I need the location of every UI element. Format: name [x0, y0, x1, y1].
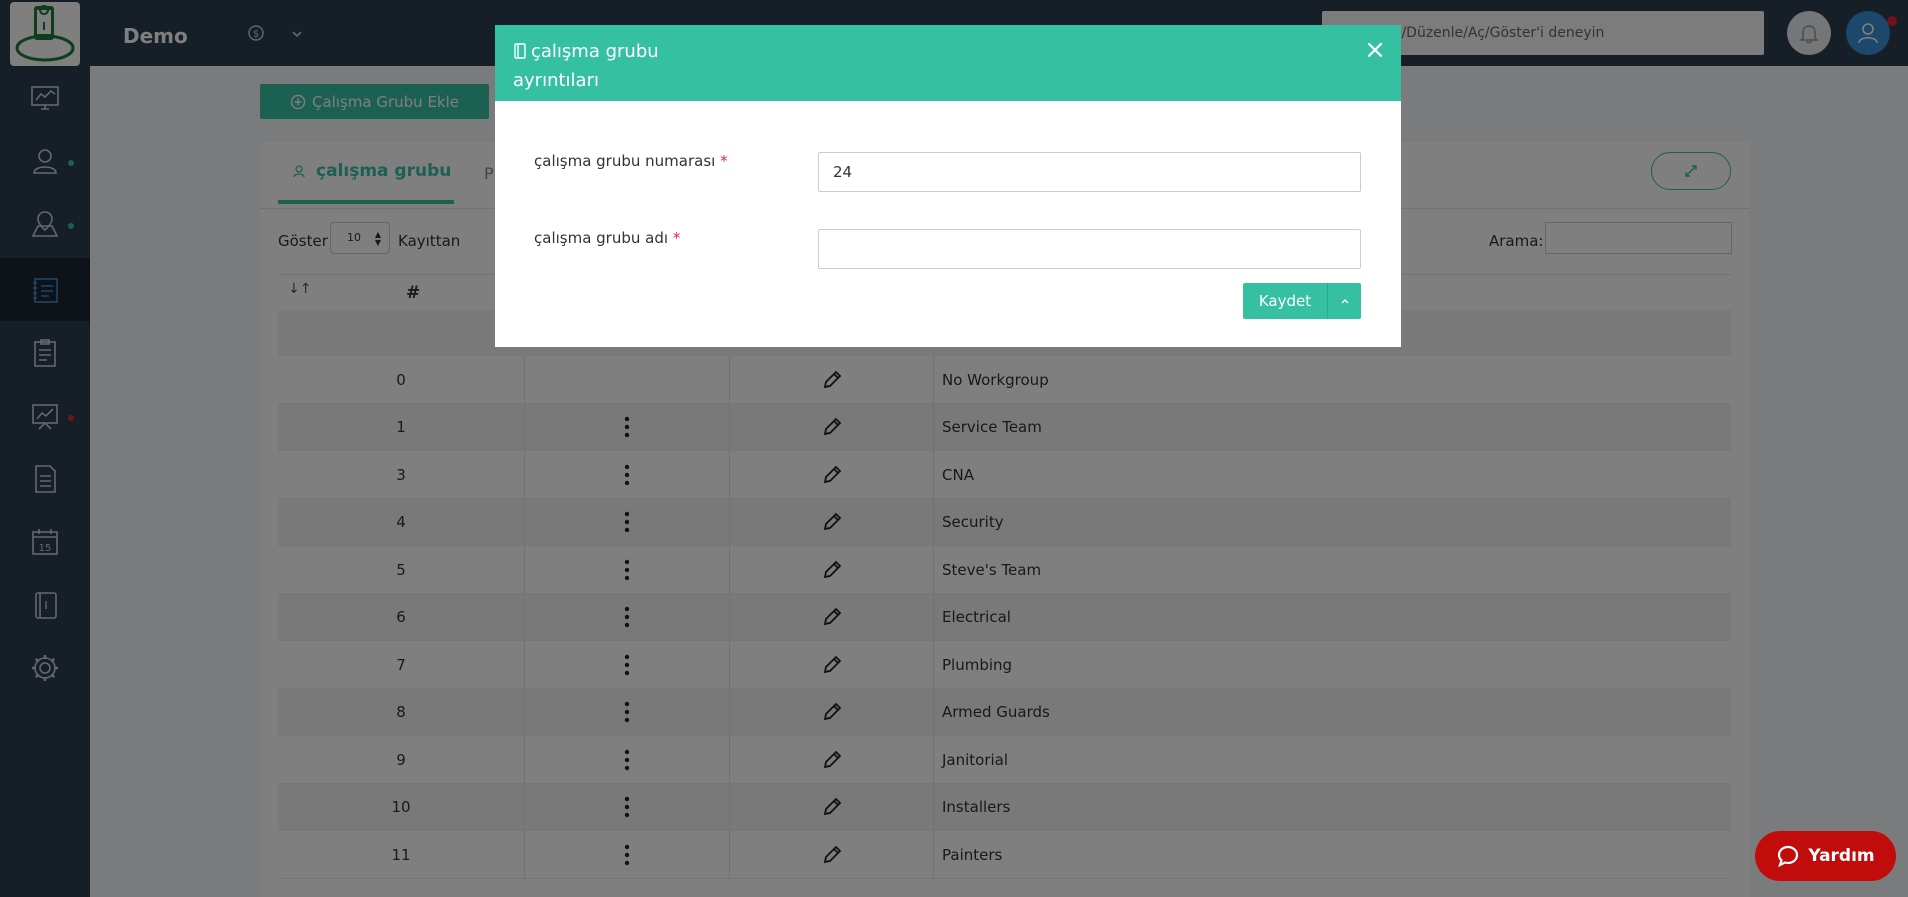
- close-icon[interactable]: ×: [1362, 37, 1388, 63]
- save-options-button[interactable]: [1327, 283, 1361, 319]
- required-mark: *: [720, 152, 728, 170]
- workgroup-number-label: çalışma grubu numarası *: [534, 152, 728, 170]
- modal-header: çalışma grubu ayrıntıları ×: [495, 25, 1401, 101]
- chat-bubble-icon: [1778, 845, 1799, 868]
- workgroup-name-input[interactable]: [818, 229, 1361, 269]
- workgroup-number-label-text: çalışma grubu numarası: [534, 152, 716, 170]
- modal-title: çalışma grubu ayrıntıları: [513, 38, 703, 94]
- help-button[interactable]: Yardım: [1755, 831, 1896, 881]
- save-button[interactable]: Kaydet: [1243, 283, 1327, 319]
- workgroup-number-input[interactable]: [818, 152, 1361, 192]
- workgroup-name-label: çalışma grubu adı *: [534, 229, 680, 247]
- save-button-group: Kaydet: [1243, 283, 1361, 319]
- modal-title-text: çalışma grubu ayrıntıları: [513, 41, 659, 91]
- workgroup-name-label-text: çalışma grubu adı: [534, 229, 669, 247]
- required-mark: *: [672, 229, 681, 247]
- book-icon: [513, 40, 527, 67]
- chevron-up-icon: [1341, 299, 1348, 304]
- workgroup-details-modal: çalışma grubu ayrıntıları × çalışma grub…: [495, 25, 1401, 347]
- help-label: Yardım: [1808, 846, 1875, 866]
